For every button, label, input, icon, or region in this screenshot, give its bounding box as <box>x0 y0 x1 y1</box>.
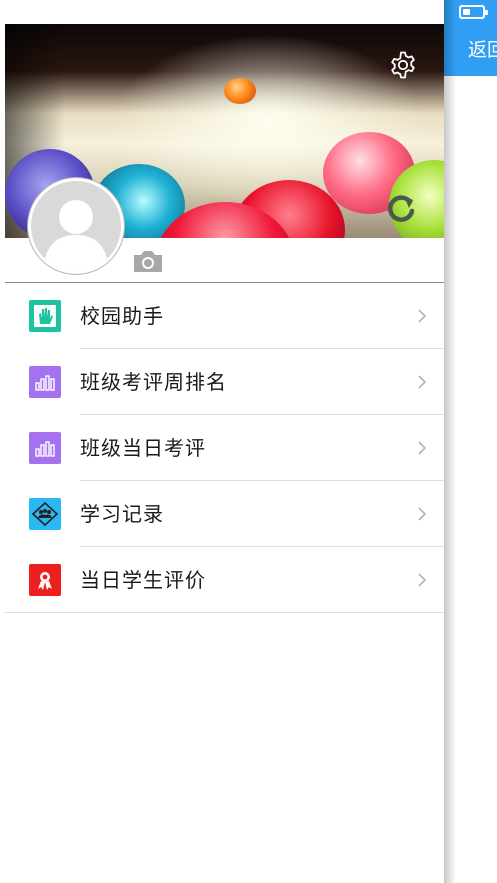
chevron-right-icon <box>416 440 428 456</box>
back-button[interactable]: 返回 <box>468 36 497 64</box>
drawer-shadow <box>444 0 456 883</box>
menu-item-label: 班级考评周排名 <box>80 370 227 394</box>
profile-header <box>5 0 444 283</box>
palm-hand-icon <box>29 300 61 332</box>
menu-item-class-daily-evaluation[interactable]: 班级当日考评 <box>5 415 444 481</box>
menu-item-study-records[interactable]: 学习记录 <box>5 481 444 547</box>
menu-item-label: 当日学生评价 <box>80 568 206 592</box>
bar-chart-icon <box>29 432 61 464</box>
menu-item-label: 学习记录 <box>80 502 164 526</box>
menu-item-label: 班级当日考评 <box>80 436 206 460</box>
row-divider <box>5 612 444 613</box>
bar-chart-icon <box>29 366 61 398</box>
refresh-icon[interactable] <box>385 192 417 226</box>
chevron-right-icon <box>416 374 428 390</box>
award-ribbon-icon <box>29 564 61 596</box>
side-drawer: 校园助手 班级考评周排名 班级当日考评 学习记录 当日学生评价 <box>5 0 444 883</box>
menu-item-class-weekly-ranking[interactable]: 班级考评周排名 <box>5 349 444 415</box>
chevron-right-icon <box>416 572 428 588</box>
battery-icon <box>459 5 488 19</box>
chevron-right-icon <box>416 308 428 324</box>
main-page: 返回 <box>444 0 497 883</box>
chevron-right-icon <box>416 506 428 522</box>
study-group-icon <box>29 498 61 530</box>
avatar[interactable] <box>28 178 124 274</box>
menu-item-campus-assistant[interactable]: 校园助手 <box>5 283 444 349</box>
drawer-menu: 校园助手 班级考评周排名 班级当日考评 学习记录 当日学生评价 <box>5 283 444 613</box>
camera-icon[interactable] <box>132 248 164 274</box>
top-navbar: 返回 <box>444 0 497 76</box>
menu-item-daily-student-review[interactable]: 当日学生评价 <box>5 547 444 613</box>
menu-item-label: 校园助手 <box>80 304 164 328</box>
settings-gear-icon[interactable] <box>388 50 418 80</box>
